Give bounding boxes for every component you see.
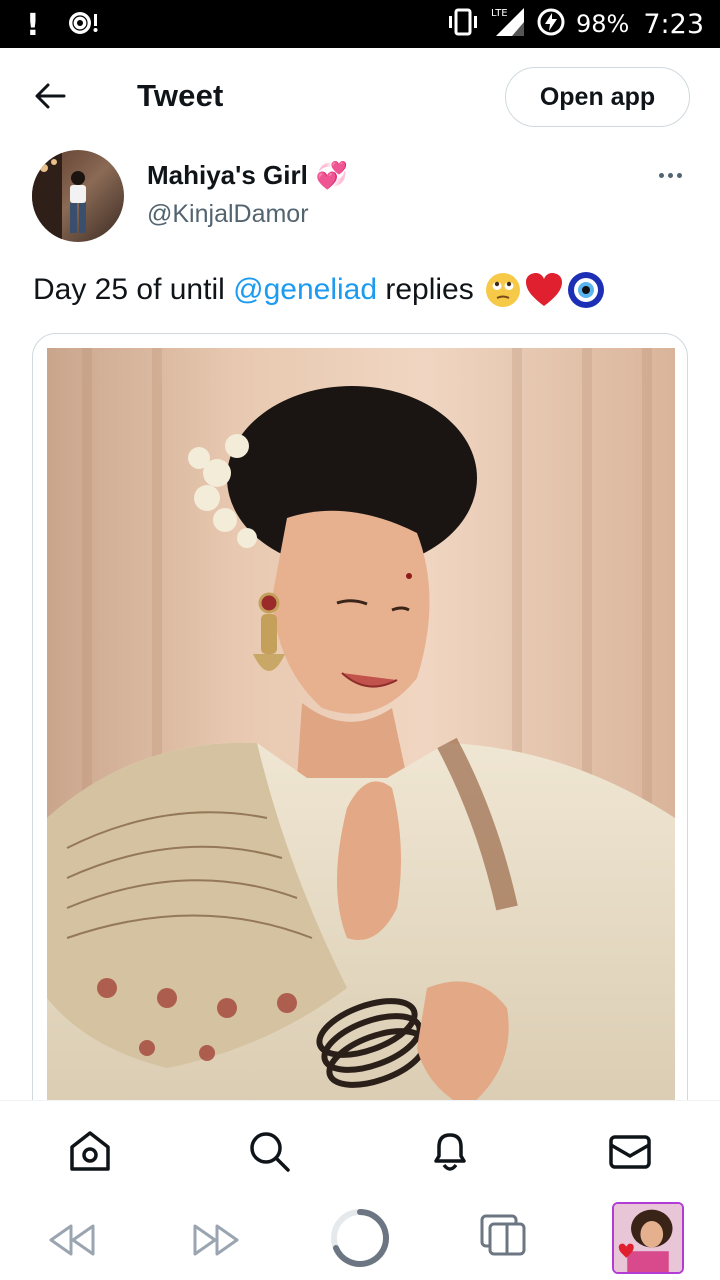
search-icon bbox=[250, 1132, 290, 1172]
heart-emoji: 💞 bbox=[315, 160, 349, 191]
forward-icon bbox=[193, 1224, 239, 1256]
browser-toolbar bbox=[0, 1198, 720, 1280]
browser-tabs-button[interactable] bbox=[480, 1212, 528, 1260]
more-horizontal-icon bbox=[658, 172, 664, 178]
nav-notifications[interactable] bbox=[428, 1129, 472, 1173]
browser-forward-button[interactable] bbox=[190, 1220, 242, 1260]
tweet-header: Tweet Open app bbox=[0, 48, 720, 146]
battery-percent: 98% bbox=[576, 10, 630, 38]
battery-charging-icon bbox=[536, 7, 566, 42]
tabs-icon bbox=[480, 1214, 526, 1256]
home-icon bbox=[70, 1131, 110, 1171]
display-name-text: Mahiya's Girl bbox=[147, 160, 308, 190]
red-heart-emoji-icon bbox=[525, 273, 562, 306]
author-display-name[interactable]: Mahiya's Girl 💞 bbox=[147, 160, 348, 191]
profile-thumbnail bbox=[614, 1204, 682, 1272]
back-arrow-icon bbox=[35, 83, 66, 109]
tweet-text-after: replies bbox=[377, 273, 474, 306]
messages-envelope-icon bbox=[609, 1135, 651, 1169]
tweet-media-card[interactable] bbox=[32, 333, 688, 1133]
nav-home[interactable] bbox=[68, 1129, 112, 1173]
tweet-text: Day 25 of until @geneliad replies bbox=[33, 270, 606, 310]
nav-messages[interactable] bbox=[608, 1129, 652, 1173]
open-app-button[interactable]: Open app bbox=[505, 67, 690, 127]
alert-icon: ! bbox=[26, 7, 40, 43]
browser-reload-button[interactable] bbox=[330, 1208, 390, 1268]
more-options-button[interactable] bbox=[650, 160, 690, 190]
back-icon bbox=[49, 1224, 95, 1256]
mention-link[interactable]: @geneliad bbox=[233, 273, 377, 307]
page-title: Tweet bbox=[137, 78, 224, 113]
avatar[interactable] bbox=[32, 150, 124, 242]
status-left: ! bbox=[26, 8, 100, 43]
notifications-bell-icon bbox=[434, 1133, 466, 1171]
disc-icon bbox=[66, 8, 100, 43]
signal-icon: LTE bbox=[490, 6, 526, 43]
back-button[interactable] bbox=[28, 76, 72, 116]
tweet-text-before: Day 25 of until bbox=[33, 273, 234, 306]
eye-roll-emoji-icon bbox=[485, 273, 520, 307]
author-handle[interactable]: @KinjalDamor bbox=[147, 200, 309, 229]
nav-search[interactable] bbox=[247, 1129, 291, 1173]
vibrate-icon bbox=[446, 7, 480, 42]
svg-text:LTE: LTE bbox=[491, 8, 508, 19]
status-bar: ! LTE 98% 7:23 bbox=[0, 0, 720, 48]
bottom-navigation bbox=[0, 1100, 720, 1198]
tweet-photo[interactable] bbox=[47, 348, 675, 1132]
status-right: LTE 98% 7:23 bbox=[446, 6, 704, 42]
tweet-emojis bbox=[484, 270, 606, 310]
clock: 7:23 bbox=[643, 8, 704, 40]
browser-back-button[interactable] bbox=[46, 1220, 98, 1260]
nazar-amulet-emoji-icon bbox=[567, 272, 604, 308]
reload-spinner-icon bbox=[331, 1209, 389, 1267]
browser-profile-thumbnail[interactable] bbox=[612, 1202, 684, 1274]
